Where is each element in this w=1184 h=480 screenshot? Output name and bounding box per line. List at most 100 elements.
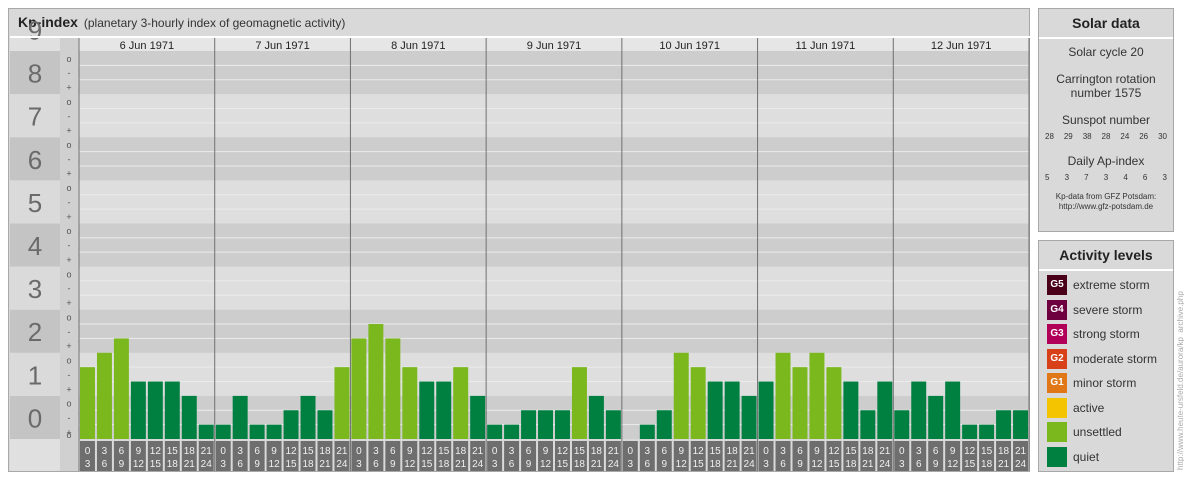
interval-end-label: 9 [119, 459, 125, 470]
kp-bar [249, 424, 265, 439]
kp-bar [164, 381, 180, 439]
y-tick-label: 8 [28, 59, 42, 89]
interval-end-label: 18 [845, 459, 857, 470]
interval-end-label: 21 [319, 459, 331, 470]
kp-bar [504, 424, 520, 439]
interval-start-label: 6 [254, 446, 260, 457]
minor-tick-mark: o [66, 399, 71, 409]
legend-label: extreme storm [1073, 278, 1150, 292]
interval-end-label: 6 [102, 459, 108, 470]
interval-end-label: 18 [574, 459, 586, 470]
interval-start-label: 18 [591, 446, 603, 457]
y-tick-label: 4 [28, 231, 42, 261]
kp-band [79, 309, 1029, 353]
y-tick-label: 1 [28, 360, 42, 390]
y-tick-label: 5 [28, 188, 42, 218]
activity-levels-heading: Activity levels [1039, 241, 1173, 271]
interval-start-label: 21 [336, 446, 348, 457]
kp-bar [232, 395, 248, 439]
interval-end-label: 18 [302, 459, 314, 470]
interval-end-label: 3 [220, 459, 226, 470]
interval-start-label: 15 [574, 446, 586, 457]
legend-label: moderate storm [1073, 351, 1158, 366]
interval-start-label: 3 [509, 446, 515, 457]
interval-start-label: 3 [780, 446, 786, 457]
kp-bar [945, 381, 961, 439]
kp-bar [928, 395, 944, 439]
legend-item: G1 minor storm [1047, 373, 1136, 393]
interval-end-label: 24 [336, 459, 348, 470]
interval-end-label: 18 [981, 459, 993, 470]
kp-bar [843, 381, 859, 439]
minor-tick-mark: - [68, 197, 71, 207]
legend-item: quiet [1047, 446, 1100, 467]
y-tick-label: 0 [28, 403, 42, 433]
interval-start-label: 0 [220, 446, 226, 457]
kp-bar [826, 367, 842, 439]
interval-end-label: 9 [933, 459, 939, 470]
interval-start-label: 3 [237, 446, 243, 457]
interval-end-label: 18 [438, 459, 450, 470]
minor-tick-mark: + [66, 384, 71, 394]
kp-bar [538, 410, 553, 439]
interval-start-label: 3 [645, 446, 651, 457]
interval-start-label: 18 [184, 446, 196, 457]
kp-bar [96, 352, 112, 439]
kp-bar-chart: 0123456789o-+o-+o-+o-+o-+o-+o-+o-+o-+o6 … [10, 15, 1030, 471]
minor-tick-mark: o [66, 183, 71, 193]
interval-end-label: 15 [285, 459, 297, 470]
minor-tick-mark: o [66, 430, 71, 440]
sunspot-number: 24 [1120, 132, 1130, 141]
data-credit-link[interactable]: http://www.gfz-potsdam.de [1039, 202, 1173, 212]
ap-index-value: 5 [1045, 173, 1050, 182]
day-label: 6 Jun 1971 [120, 40, 174, 52]
kp-bar [707, 381, 723, 439]
interval-start-label: 18 [998, 446, 1010, 457]
kp-bar [80, 367, 95, 439]
data-credit-line1: Kp-data from GFZ Potsdam: [1055, 192, 1157, 201]
interval-end-label: 12 [811, 459, 823, 470]
interval-end-label: 21 [455, 459, 467, 470]
interval-end-label: 3 [628, 459, 634, 470]
ap-index-value: 6 [1142, 173, 1148, 182]
kp-bar [996, 410, 1012, 439]
interval-end-label: 9 [390, 459, 396, 470]
legend-swatch: G4 [1047, 299, 1067, 320]
day-label: 12 Jun 1971 [931, 40, 992, 52]
minor-tick-mark: o [66, 226, 71, 236]
kp-bar [639, 424, 655, 439]
kp-bar [385, 338, 401, 439]
carrington-rotation-line1: Carrington rotation [1056, 72, 1156, 86]
legend-swatch: G5 [1047, 275, 1067, 295]
minor-tick-mark: - [68, 284, 71, 294]
interval-end-label: 15 [421, 459, 433, 470]
minor-tick-mark: + [66, 126, 71, 136]
kp-bar [724, 381, 740, 439]
interval-end-label: 21 [998, 459, 1010, 470]
interval-start-label: 9 [543, 446, 549, 457]
interval-start-label: 9 [678, 446, 684, 457]
interval-end-label: 15 [828, 459, 840, 470]
kp-bar [266, 424, 282, 439]
kp-bar [351, 338, 367, 439]
sunspot-number: 29 [1063, 132, 1073, 141]
interval-start-label: 15 [981, 446, 993, 457]
interval-start-label: 6 [933, 446, 939, 457]
day-label: 7 Jun 1971 [255, 40, 309, 52]
kp-bar [588, 395, 604, 439]
interval-end-label: 9 [661, 459, 667, 470]
interval-end-label: 6 [645, 459, 651, 470]
legend-label: quiet [1073, 449, 1100, 464]
kp-bar [113, 338, 129, 439]
kp-bar [317, 410, 333, 439]
interval-start-label: 0 [899, 446, 905, 457]
legend-item: G4 severe storm [1047, 299, 1142, 320]
interval-end-label: 12 [404, 459, 416, 470]
solar-data-panel: Solar data Solar cycle 20 Carrington rot… [1038, 8, 1174, 232]
ap-index-values: 5 3 7 3 4 6 3 [1039, 173, 1173, 182]
interval-start-label: 9 [136, 446, 142, 457]
interval-start-label: 12 [421, 446, 433, 457]
ap-index-value: 3 [1064, 173, 1070, 182]
minor-tick-mark: - [68, 68, 71, 78]
interval-end-label: 15 [557, 459, 569, 470]
